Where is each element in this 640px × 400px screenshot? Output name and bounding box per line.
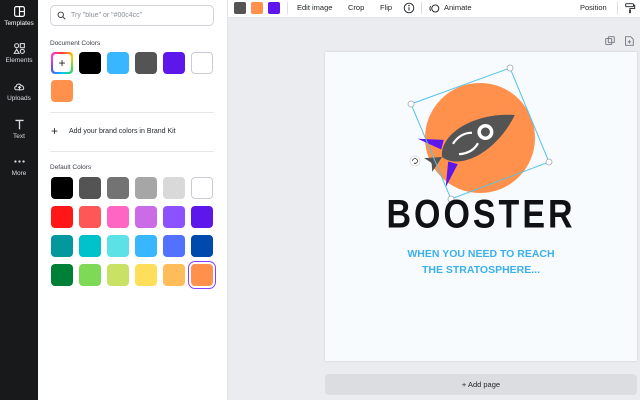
toolbar-separator xyxy=(617,2,618,14)
color-swatch[interactable] xyxy=(135,235,157,257)
rail-label-templates: Templates xyxy=(4,20,34,27)
color-swatch[interactable] xyxy=(163,177,185,199)
color-swatch[interactable] xyxy=(51,177,73,199)
color-swatch[interactable] xyxy=(191,235,213,257)
color-swatch[interactable] xyxy=(135,264,157,286)
selection-handle[interactable] xyxy=(545,158,553,166)
divider xyxy=(50,151,214,152)
animate-button[interactable]: Animate xyxy=(444,3,472,12)
color-search-input[interactable] xyxy=(71,12,201,19)
color-swatch[interactable] xyxy=(79,52,101,74)
top-toolbar: Edit image Crop Flip Animate Position xyxy=(228,0,640,18)
color-swatch[interactable] xyxy=(163,206,185,228)
crop-button[interactable]: Crop xyxy=(348,3,364,12)
search-icon xyxy=(57,11,66,20)
rotate-handle-icon[interactable] xyxy=(409,155,421,167)
design-title[interactable]: BOOSTER xyxy=(325,192,637,238)
design-page[interactable]: BOOSTER WHEN YOU NEED TO REACH THE STRAT… xyxy=(325,52,637,361)
color-swatch[interactable] xyxy=(51,206,73,228)
rail-label-elements: Elements xyxy=(5,57,33,64)
brand-kit-link[interactable]: + Add your brand colors in Brand Kit xyxy=(50,124,176,138)
rail-label-text: Text xyxy=(13,133,25,140)
color-swatch[interactable] xyxy=(135,206,157,228)
add-page-button[interactable]: + Add page xyxy=(325,374,637,395)
color-swatch[interactable] xyxy=(79,235,101,257)
rail-item-text[interactable]: Text xyxy=(0,118,38,140)
plus-icon: + xyxy=(53,54,71,72)
brand-kit-label: Add your brand colors in Brand Kit xyxy=(69,127,176,135)
color-swatch[interactable] xyxy=(135,177,157,199)
flip-button[interactable]: Flip xyxy=(380,3,392,12)
color-swatch[interactable] xyxy=(191,264,213,286)
color-swatch[interactable] xyxy=(191,206,213,228)
color-swatch[interactable] xyxy=(163,264,185,286)
duplicate-page-icon[interactable] xyxy=(604,35,616,47)
edit-image-button[interactable]: Edit image xyxy=(297,3,332,12)
divider xyxy=(50,112,214,113)
rail-item-uploads[interactable]: Uploads xyxy=(0,80,38,102)
color-swatch[interactable] xyxy=(51,264,73,286)
toolbar-color-swatch[interactable] xyxy=(268,2,280,14)
add-page-icon[interactable] xyxy=(623,35,635,47)
color-swatch[interactable] xyxy=(107,264,129,286)
color-swatch[interactable] xyxy=(163,235,185,257)
color-swatch[interactable] xyxy=(107,235,129,257)
rail-label-more: More xyxy=(11,170,27,177)
color-swatch[interactable] xyxy=(107,52,129,74)
color-swatch[interactable] xyxy=(79,177,101,199)
color-panel: Document Colors + + Add your brand color… xyxy=(38,0,228,400)
toolbar-color-swatch[interactable] xyxy=(234,2,246,14)
rocket-logo[interactable] xyxy=(325,52,637,202)
color-swatch[interactable] xyxy=(79,206,101,228)
rail-item-templates[interactable]: Templates xyxy=(0,5,38,27)
more-dots-icon xyxy=(13,160,25,163)
toolbar-separator xyxy=(287,2,288,14)
color-swatch[interactable] xyxy=(51,80,73,102)
side-rail: Templates Elements Uploads Text More xyxy=(0,0,38,400)
selection-handle[interactable] xyxy=(506,64,514,72)
animate-icon xyxy=(429,4,440,13)
selection-handle[interactable] xyxy=(407,100,415,108)
templates-icon xyxy=(13,6,25,17)
color-swatch[interactable] xyxy=(51,235,73,257)
color-swatch[interactable] xyxy=(79,264,101,286)
info-icon[interactable] xyxy=(403,2,415,14)
elements-icon xyxy=(12,43,25,54)
text-icon xyxy=(14,119,24,130)
paint-roller-icon[interactable] xyxy=(624,2,636,14)
color-swatch[interactable] xyxy=(163,52,185,74)
rail-item-more[interactable]: More xyxy=(0,155,38,177)
color-search-box[interactable] xyxy=(50,5,214,26)
color-swatch[interactable] xyxy=(107,177,129,199)
color-swatch[interactable] xyxy=(191,52,213,74)
color-swatch[interactable] xyxy=(107,206,129,228)
toolbar-separator xyxy=(421,2,422,14)
design-tagline-line1[interactable]: WHEN YOU NEED TO REACH xyxy=(325,248,637,260)
document-colors-title: Document Colors xyxy=(50,40,101,47)
toolbar-color-swatch[interactable] xyxy=(251,2,263,14)
cloud-upload-icon xyxy=(13,83,24,91)
color-swatch[interactable] xyxy=(135,52,157,74)
rail-item-elements[interactable]: Elements xyxy=(0,42,38,64)
default-colors-title: Default Colors xyxy=(50,164,92,171)
color-swatch[interactable] xyxy=(191,177,213,199)
add-color-button[interactable]: + xyxy=(51,52,73,74)
plus-icon: + xyxy=(51,124,59,138)
rail-label-uploads: Uploads xyxy=(7,95,31,102)
design-tagline-line2[interactable]: THE STRATOSPHERE... xyxy=(325,264,637,276)
position-button[interactable]: Position xyxy=(580,3,607,12)
